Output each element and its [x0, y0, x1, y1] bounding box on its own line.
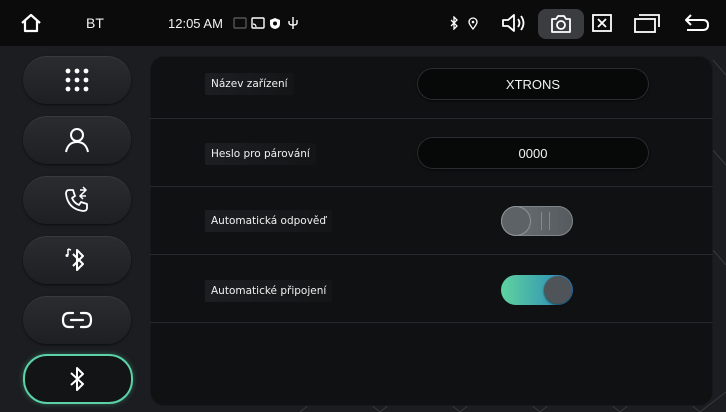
- auto-connect-toggle[interactable]: [501, 275, 573, 305]
- shield-icon: [268, 15, 282, 31]
- device-name-label: Název zařízení: [205, 73, 294, 95]
- phone-icon: [65, 186, 88, 212]
- home-icon[interactable]: [18, 10, 44, 36]
- divider: [150, 186, 713, 187]
- clock: 12:05 AM: [168, 16, 223, 31]
- settings-panel: Název zařízení XTRONS Heslo pro párování…: [150, 56, 713, 406]
- sidebar-item-bt-settings[interactable]: [23, 354, 133, 404]
- auto-answer-toggle[interactable]: [501, 206, 573, 236]
- close-app-icon[interactable]: [589, 11, 615, 35]
- grid-icon: [65, 68, 89, 92]
- link-icon: [61, 311, 93, 329]
- location-icon: [467, 15, 479, 31]
- cast-icon: [250, 15, 266, 31]
- sidebar-item-link[interactable]: [23, 296, 131, 344]
- bluetooth-music-icon: [65, 248, 84, 271]
- bluetooth-status-icon: [447, 15, 461, 31]
- section-title: BT: [86, 15, 104, 31]
- recent-apps-icon[interactable]: [632, 11, 662, 35]
- auto-answer-label: Automatická odpověď: [205, 210, 333, 232]
- divider: [150, 254, 713, 255]
- screenshot-icon[interactable]: [548, 12, 574, 36]
- divider: [150, 118, 713, 119]
- toggle-ridge: [541, 212, 542, 230]
- pairing-code-label: Heslo pro párování: [205, 143, 316, 165]
- volume-icon[interactable]: [500, 10, 528, 36]
- toggle-knob: [544, 276, 572, 304]
- back-icon[interactable]: [682, 11, 712, 35]
- status-bar: BT 12:05 AM: [0, 0, 726, 46]
- sidebar-item-call-log[interactable]: [23, 176, 131, 224]
- device-name-field[interactable]: XTRONS: [417, 68, 649, 100]
- person-icon: [65, 128, 89, 153]
- bluetooth-icon: [70, 367, 84, 391]
- sidebar-item-apps[interactable]: [23, 56, 131, 104]
- usb-icon: [286, 14, 300, 32]
- sidebar-item-bt-music[interactable]: [23, 236, 131, 284]
- screen-icon: [232, 15, 248, 31]
- sidebar-item-contacts[interactable]: [23, 116, 131, 164]
- toggle-knob: [502, 207, 530, 235]
- pairing-code-field[interactable]: 0000: [417, 137, 649, 169]
- divider: [150, 322, 713, 323]
- auto-connect-label: Automatické připojení: [205, 280, 333, 302]
- toggle-ridge: [549, 212, 550, 230]
